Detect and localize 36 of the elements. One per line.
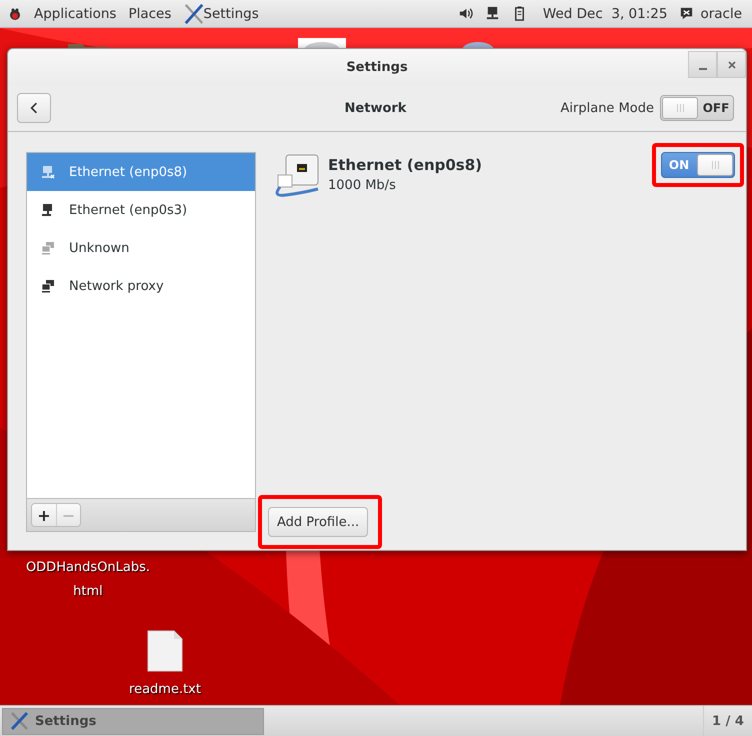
link-speed: 1000 Mb/s	[328, 178, 397, 193]
computers-icon	[41, 241, 55, 255]
tools-icon	[9, 711, 29, 731]
clock[interactable]: Wed Dec 3, 01:25	[542, 6, 668, 22]
list-button[interactable]: +	[32, 504, 56, 526]
minimize-icon	[698, 68, 706, 70]
page-title: Network	[344, 100, 406, 116]
device-item[interactable]: Ethernet (enp0s3)	[27, 191, 255, 229]
chat-icon	[679, 6, 694, 21]
computer-icon	[41, 203, 55, 217]
workspace-indicator[interactable]: 1 / 4	[703, 706, 752, 736]
close-icon	[726, 60, 736, 70]
volume-icon[interactable]	[458, 6, 473, 21]
top-menu[interactable]: Places	[128, 6, 172, 22]
computer-icon	[41, 165, 55, 179]
tools-icon	[183, 2, 206, 24]
add-profile-button[interactable]: Add Profile...	[268, 507, 368, 537]
device-name: Ethernet (enp0s8)	[328, 156, 482, 174]
airplane-mode-label: Airplane Mode	[560, 100, 654, 116]
app-menu[interactable]: Settings	[203, 6, 259, 22]
close-button[interactable]	[717, 51, 746, 78]
user-menu[interactable]: oracle	[700, 6, 742, 22]
taskbar-label: Settings	[35, 714, 96, 728]
file-label[interactable]: ODDHandsOnLabs. html	[26, 556, 150, 604]
device-item[interactable]: Network proxy	[27, 267, 255, 305]
minimize-button[interactable]	[688, 51, 717, 78]
device-item[interactable]: Unknown	[27, 229, 255, 267]
file-label[interactable]: readme.txt	[129, 678, 201, 702]
computers-icon	[41, 279, 55, 293]
airplane-mode-switch[interactable]: OFF	[660, 95, 734, 121]
taskbar-item[interactable]: Settings	[2, 708, 264, 734]
top-menu[interactable]: Applications	[34, 6, 116, 22]
document-icon[interactable]	[147, 630, 183, 672]
back-button[interactable]	[17, 93, 51, 123]
window-title: Settings	[346, 60, 408, 74]
network-icon[interactable]	[484, 6, 500, 21]
